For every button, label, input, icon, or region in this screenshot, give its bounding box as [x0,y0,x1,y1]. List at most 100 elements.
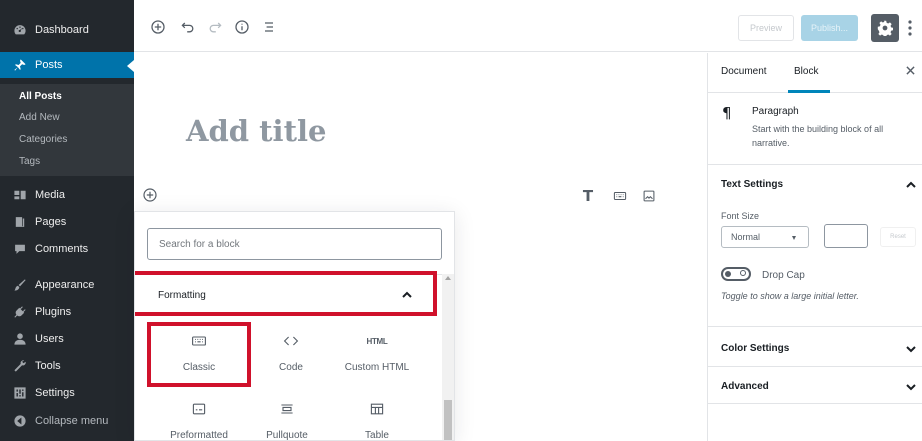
menu-settings[interactable]: Settings [0,380,134,406]
tab-document[interactable]: Document [721,66,767,77]
menu-users-label: Users [35,333,64,345]
menu-tools-label: Tools [35,360,61,372]
block-settings-sidebar: Document Block ¶ Paragraph Start with th… [707,53,922,441]
menu-plugins[interactable]: Plugins [0,299,134,325]
advanced-toggle[interactable]: Advanced [721,381,769,392]
inline-inserter-icon[interactable] [142,187,158,203]
block-table[interactable]: Table [331,392,423,441]
block-inserter-panel: Search for a block Formatting Classic Co… [134,211,455,441]
chevron-up-icon[interactable] [906,180,916,190]
font-size-reset-button[interactable]: Reset [880,227,916,247]
menu-pages[interactable]: Pages [0,209,134,235]
chevron-down-icon[interactable] [906,382,916,392]
text-settings-toggle[interactable]: Text Settings [721,179,783,190]
settings-tabs: Document Block [708,53,922,93]
current-menu-arrow [127,60,134,72]
settings-sliders-icon [13,386,27,400]
scrollbar-thumb[interactable] [444,400,452,440]
info-icon[interactable] [232,17,252,37]
scroll-up-arrow[interactable] [445,276,451,280]
menu-settings-label: Settings [35,387,75,399]
dropdown-caret-icon [792,236,796,240]
chevron-down-icon[interactable] [906,344,916,354]
editor-toolbar: Preview Publish... [134,0,922,52]
tab-block[interactable]: Block [794,66,818,77]
menu-media[interactable]: Media [0,182,134,208]
menu-collapse-label: Collapse menu [35,415,109,427]
submenu-categories[interactable]: Categories [19,134,67,145]
menu-collapse[interactable]: Collapse menu [0,408,134,434]
font-size-value: Normal [731,232,761,242]
menu-appearance-label: Appearance [35,279,95,291]
toggle-knob [725,271,731,277]
keyboard-icon[interactable] [611,187,629,205]
vertical-ellipsis-icon [908,20,912,36]
pullquote-icon [279,400,295,418]
undo-icon[interactable] [178,17,198,37]
color-settings-toggle[interactable]: Color Settings [721,343,789,354]
media-icon [13,188,27,202]
pin-icon [13,58,27,72]
menu-comments[interactable]: Comments [0,236,134,262]
block-table-label: Table [365,430,389,441]
submenu-all-posts[interactable]: All Posts [19,91,62,102]
submenu-add-new[interactable]: Add New [19,112,60,123]
drop-cap-toggle[interactable] [721,267,751,281]
block-navigation-icon[interactable] [259,17,279,37]
block-code-label: Code [279,362,303,373]
post-title-placeholder[interactable]: Add title [186,114,326,148]
menu-plugins-label: Plugins [35,306,72,318]
divider [135,274,454,275]
chevron-up-icon [402,290,412,300]
more-menu-button[interactable] [903,14,917,42]
close-icon[interactable] [903,63,917,77]
pages-icon [13,215,27,229]
redo-icon[interactable] [205,17,225,37]
add-block-icon[interactable] [148,17,168,37]
menu-dashboard[interactable]: Dashboard [0,17,134,43]
menu-appearance[interactable]: Appearance [0,272,134,298]
font-size-select[interactable]: Normal [721,226,809,248]
submenu-tags[interactable]: Tags [19,156,40,167]
toggle-off-icon [740,270,746,276]
block-classic[interactable]: Classic [153,324,245,392]
keyboard-icon [191,332,207,350]
drop-cap-label: Drop Cap [762,270,805,281]
dashboard-icon [13,23,27,37]
block-search-input[interactable]: Search for a block [147,228,442,260]
settings-toggle-button[interactable] [871,14,899,42]
block-pullquote[interactable]: Pullquote [241,392,333,440]
menu-posts-label: Posts [35,59,63,71]
active-tab-indicator [788,90,830,93]
block-code[interactable]: Code [245,324,337,392]
font-size-label: Font Size [721,211,760,221]
menu-pages-label: Pages [35,216,67,228]
publish-button[interactable]: Publish... [801,15,858,41]
block-custom-html[interactable]: HTML Custom HTML [331,324,423,392]
menu-tools[interactable]: Tools [0,353,134,379]
menu-comments-label: Comments [35,243,89,255]
block-description: Start with the building block of all nar… [752,124,884,148]
divider [708,164,922,165]
preformatted-icon [191,400,207,418]
collapse-arrow-icon [13,414,27,428]
plug-icon [13,305,27,319]
block-custom-html-label: Custom HTML [344,362,410,373]
html-icon: HTML [366,336,388,346]
divider [708,326,922,327]
table-icon [369,400,385,418]
block-name: Paragraph [752,106,799,117]
formatting-panel-label: Formatting [158,290,206,301]
menu-users[interactable]: Users [0,326,134,352]
wrench-icon [13,359,27,373]
menu-posts[interactable]: Posts [0,52,134,78]
formatting-panel-toggle[interactable]: Formatting [136,280,436,311]
block-preformatted[interactable]: Preformatted [153,392,245,440]
preview-button[interactable]: Preview [738,15,794,41]
menu-dashboard-label: Dashboard [35,24,89,36]
code-icon [283,332,299,350]
image-icon[interactable] [640,187,658,205]
block-classic-label: Classic [182,362,216,373]
paragraph-block-shortcut[interactable]: T [579,187,597,205]
custom-font-size-input[interactable] [824,224,868,248]
